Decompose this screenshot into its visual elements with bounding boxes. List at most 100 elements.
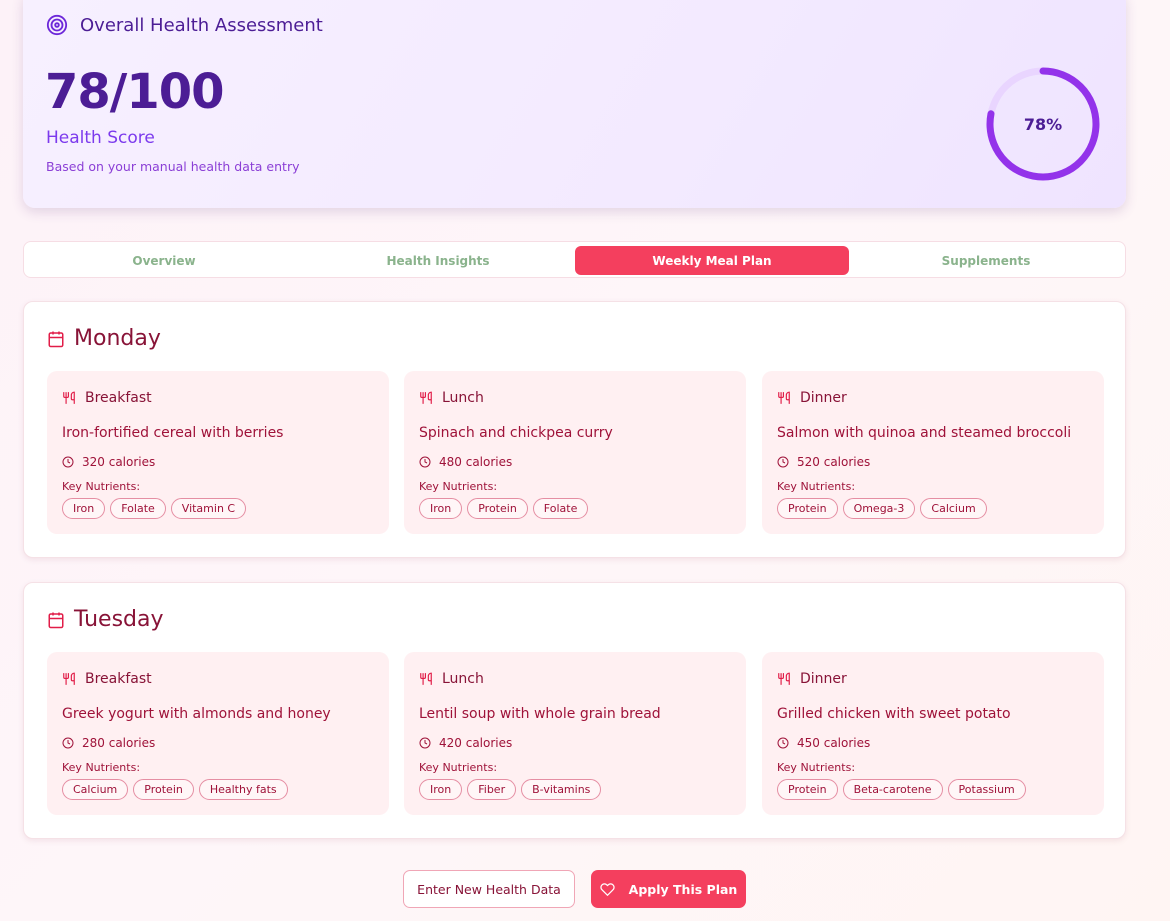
meal-calories: 480 calories [419, 455, 512, 469]
nutrient-chip: Iron [419, 779, 463, 800]
meal-card-breakfast: Breakfast Iron-fortified cereal with ber… [47, 371, 389, 534]
meal-card-dinner: Dinner Grilled chicken with sweet potato… [762, 652, 1104, 815]
meal-card-dinner: Dinner Salmon with quinoa and steamed br… [762, 371, 1104, 534]
nutrient-chips: Protein Beta-carotene Potassium [777, 779, 1026, 800]
day-title: Tuesday [74, 607, 164, 632]
meal-name: Lentil soup with whole grain bread [419, 706, 661, 722]
assessment-header: Overall Health Assessment [46, 14, 323, 36]
day-card-tuesday: Tuesday Breakfast Greek yogurt with almo… [23, 582, 1126, 839]
nutrient-chip: Omega-3 [842, 498, 916, 519]
calories-text: 480 calories [439, 455, 513, 469]
meal-header: Dinner [777, 390, 847, 406]
health-score-label: Health Score [46, 128, 155, 148]
meal-card-lunch: Lunch Spinach and chickpea curry 480 cal… [404, 371, 746, 534]
tab-health-insights[interactable]: Health Insights [301, 246, 575, 275]
utensils-icon [63, 391, 75, 404]
calories-text: 450 calories [797, 736, 871, 750]
apply-plan-button[interactable]: Apply This Plan [591, 870, 746, 908]
nutrients-label: Key Nutrients: [419, 480, 498, 493]
nutrients-label: Key Nutrients: [419, 761, 498, 774]
nutrient-chips: Iron Folate Vitamin C [62, 498, 247, 519]
clock-icon [777, 456, 789, 468]
nutrient-chip: Healthy fats [198, 779, 288, 800]
nutrients-label: Key Nutrients: [777, 480, 856, 493]
meal-name: Grilled chicken with sweet potato [777, 706, 1011, 722]
meal-type: Lunch [442, 390, 484, 406]
meal-name: Greek yogurt with almonds and honey [62, 706, 331, 722]
meal-header: Lunch [419, 671, 484, 687]
meal-card-lunch: Lunch Lentil soup with whole grain bread… [404, 652, 746, 815]
score-percent-text: 78% [1023, 114, 1063, 134]
day-card-monday: Monday Breakfast Iron-fortified cereal w… [23, 301, 1126, 558]
assessment-title: Overall Health Assessment [80, 14, 323, 36]
nutrient-chip: Folate [532, 498, 589, 519]
tab-weekly-meal-plan[interactable]: Weekly Meal Plan [575, 246, 849, 275]
meal-type: Breakfast [85, 671, 152, 687]
meal-type: Dinner [800, 390, 847, 406]
meal-type: Dinner [800, 671, 847, 687]
meal-name: Iron-fortified cereal with berries [62, 425, 284, 441]
clock-icon [62, 456, 74, 468]
nutrient-chip: Protein [467, 498, 528, 519]
utensils-icon [63, 672, 75, 685]
day-header: Monday [47, 326, 161, 351]
utensils-icon [420, 391, 432, 404]
nutrient-chips: Protein Omega-3 Calcium [777, 498, 987, 519]
nutrient-chip: Fiber [467, 779, 517, 800]
calendar-icon [48, 612, 64, 628]
nutrient-chip: Folate [110, 498, 166, 519]
day-header: Tuesday [47, 607, 164, 632]
meal-header: Lunch [419, 390, 484, 406]
nutrient-chip: Iron [62, 498, 106, 519]
utensils-icon [420, 672, 432, 685]
meal-type: Lunch [442, 671, 484, 687]
meal-calories: 520 calories [777, 455, 870, 469]
clock-icon [419, 456, 431, 468]
heart-icon [600, 882, 615, 896]
tab-overview[interactable]: Overview [27, 246, 301, 275]
meal-calories: 420 calories [419, 736, 512, 750]
meal-card-breakfast: Breakfast Greek yogurt with almonds and … [47, 652, 389, 815]
nutrients-label: Key Nutrients: [62, 480, 141, 493]
clock-icon [777, 737, 789, 749]
enter-new-health-data-button[interactable]: Enter New Health Data [403, 870, 575, 908]
nutrients-label: Key Nutrients: [777, 761, 856, 774]
meal-name: Spinach and chickpea curry [419, 425, 613, 441]
meal-name: Salmon with quinoa and steamed broccoli [777, 425, 1072, 441]
nutrient-chip: Protein [133, 779, 194, 800]
meal-calories: 320 calories [62, 455, 155, 469]
day-title: Monday [74, 326, 161, 351]
tab-supplements[interactable]: Supplements [849, 246, 1123, 275]
meal-header: Dinner [777, 671, 847, 687]
nutrient-chips: Iron Protein Folate [419, 498, 589, 519]
meal-calories: 450 calories [777, 736, 870, 750]
nutrient-chips: Iron Fiber B-vitamins [419, 779, 602, 800]
calories-text: 320 calories [82, 455, 156, 469]
health-score-value: 78/100 [45, 64, 225, 120]
nutrient-chip: Vitamin C [170, 498, 247, 519]
utensils-icon [778, 391, 790, 404]
nutrient-chips: Calcium Protein Healthy fats [62, 779, 288, 800]
nutrient-chip: Iron [419, 498, 463, 519]
nutrient-chip: B-vitamins [521, 779, 602, 800]
nutrient-chip: Calcium [920, 498, 987, 519]
target-icon [46, 14, 68, 36]
nutrient-chip: Potassium [947, 779, 1026, 800]
meal-header: Breakfast [62, 671, 152, 687]
clock-icon [419, 737, 431, 749]
calories-text: 280 calories [82, 736, 156, 750]
nutrient-chip: Beta-carotene [842, 779, 943, 800]
health-score-note: Based on your manual health data entry [46, 159, 300, 174]
utensils-icon [778, 672, 790, 685]
meal-type: Breakfast [85, 390, 152, 406]
clock-icon [62, 737, 74, 749]
nutrient-chip: Protein [777, 498, 838, 519]
meal-calories: 280 calories [62, 736, 155, 750]
apply-plan-label: Apply This Plan [628, 881, 738, 897]
nutrient-chip: Protein [777, 779, 838, 800]
calories-text: 520 calories [797, 455, 871, 469]
meal-header: Breakfast [62, 390, 152, 406]
nutrient-chip: Calcium [62, 779, 129, 800]
health-assessment-card: Overall Health Assessment 78/100 Health … [23, 0, 1126, 208]
nutrients-label: Key Nutrients: [62, 761, 141, 774]
